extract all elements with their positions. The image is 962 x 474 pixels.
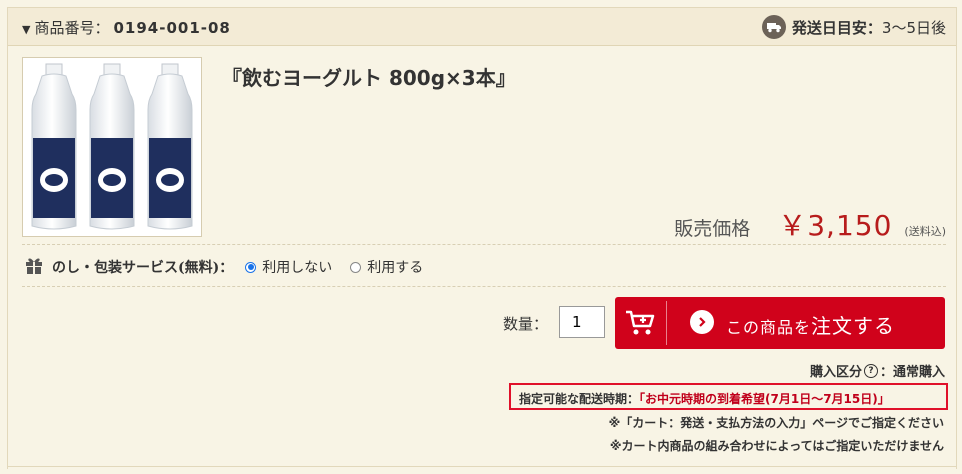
product-number-label: 商品番号： [34,19,110,37]
price-label: 販売価格 [674,218,751,240]
quantity-label: 数量： [503,315,549,333]
quantity-input[interactable] [559,306,605,338]
price-row: 販売価格 ￥3,150 (送料込) [674,204,946,244]
purchase-type-value: ：通常購入 [879,365,945,380]
triangle-down-icon: ▼ [22,23,31,36]
note-text: ※「カート：発送・支払方法の入力」ページでご指定ください [608,416,944,430]
bottle-2 [89,63,135,230]
shipping-estimate: 発送日目安： 3〜5日後 [761,15,946,39]
bottle-3 [147,63,193,230]
divider [22,286,946,287]
delivery-period-value: 「お中元時期の到着希望(7月1日〜7月15日)」 [639,392,890,406]
purchase-type-label: 購入区分 [809,365,862,380]
radio-noshi-use[interactable]: 利用する [350,257,423,277]
truck-icon [761,15,786,39]
radio-noshi-none[interactable]: 利用しない [245,257,332,277]
radio-button[interactable] [245,261,257,273]
gift-icon [24,255,44,279]
product-title: 『飲むヨーグルト 800g×3本』 [222,66,516,90]
chevron-right-icon [690,310,714,334]
radio-button[interactable] [350,261,362,273]
button-separator [666,301,667,345]
delivery-period-label: 指定可能な配送時期： [519,392,640,406]
add-to-cart-label: この商品を注文する [726,314,896,338]
divider [8,466,956,467]
purchase-type: 購入区分 ? ：通常購入 [810,361,945,380]
radio-label: 利用しない [262,260,333,276]
radio-label: 利用する [367,260,424,276]
product-image [22,57,202,237]
cart-plus-icon [625,309,655,341]
note-text: ※カート内商品の組み合わせによってはご指定いただけません [609,439,944,453]
shipping-value: 3〜5日後 [881,18,946,37]
product-number-value: 0194-001-08 [113,19,231,37]
delivery-period-box: 指定可能な配送時期：「お中元時期の到着希望(7月1日〜7月15日)」 [509,383,948,410]
question-icon[interactable]: ? [863,363,878,378]
divider [22,244,946,245]
noshi-service: のし・包装サービス(無料)： 利用しない 利用する [24,255,441,279]
product-number[interactable]: ▼ 商品番号： 0194-001-08 [22,17,231,38]
bottle-1 [31,63,77,230]
noshi-label: のし・包装サービス(無料)： [52,260,234,276]
product-header-bar: ▼ 商品番号： 0194-001-08 発送日目安： 3〜5日後 [8,8,956,46]
add-to-cart-button[interactable]: この商品を注文する [615,297,945,349]
price-value: ￥3,150 [778,209,893,242]
shipping-label: 発送日目安： [791,18,882,37]
price-note: (送料込) [904,225,946,238]
